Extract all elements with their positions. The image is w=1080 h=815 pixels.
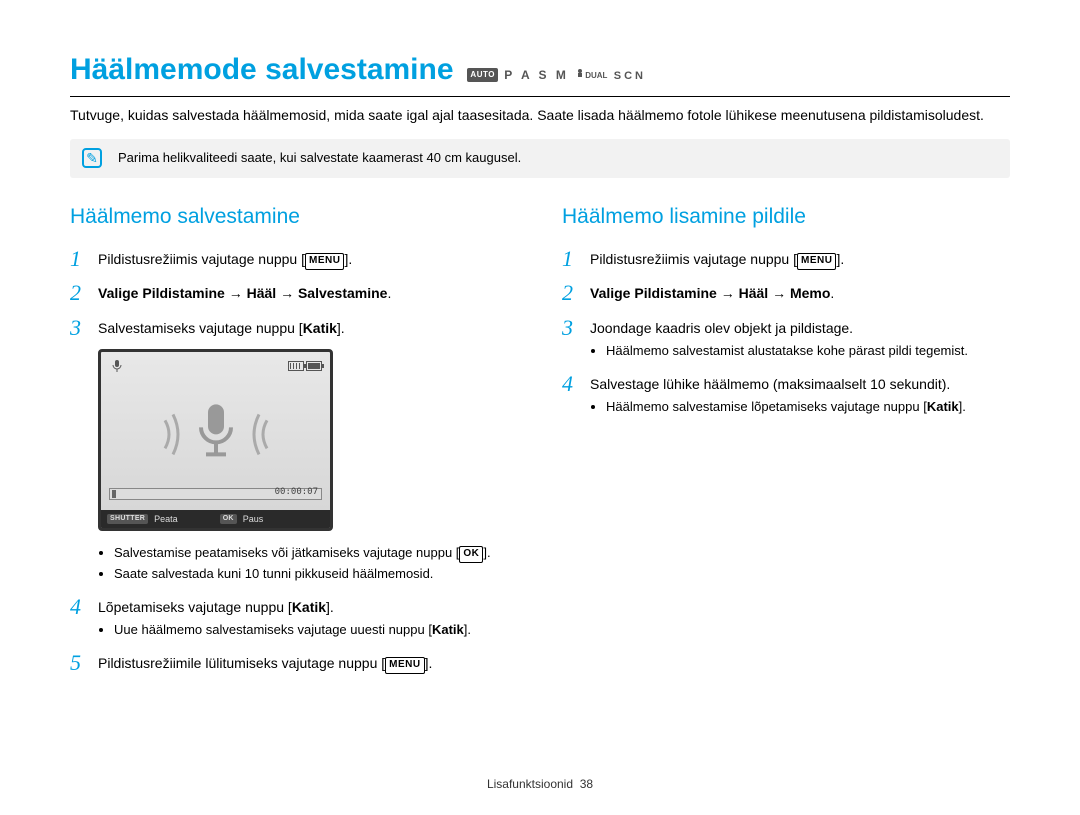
menu-button-icon: MENU (797, 253, 836, 270)
ok-button-icon: OK (459, 546, 483, 563)
menu-button-icon: MENU (305, 253, 344, 270)
step-number: 4 (70, 594, 98, 642)
step-number: 4 (562, 371, 590, 419)
step-number: 2 (70, 280, 98, 306)
step-text: Lõpetamiseks vajutage nuppu [Katik]. Uue… (98, 594, 471, 642)
battery-icon (306, 361, 322, 371)
mic-large-icon (143, 400, 289, 470)
tip-text: Parima helikvaliteedi saate, kui salvest… (118, 150, 521, 165)
shutter-label-icon: SHUTTER (107, 514, 148, 524)
step-number: 1 (70, 246, 98, 272)
camera-preview-illustration: 00:00:07 SHUTTER Peata OK Paus (98, 349, 333, 531)
stop-text: Peata (154, 513, 178, 526)
footer-section: Lisafunktsioonid (487, 777, 573, 791)
left-step-4: 4 Lõpetamiseks vajutage nuppu [Katik]. U… (70, 594, 518, 642)
step-text: Salvestamiseks vajutage nuppu [Katik]. (98, 315, 345, 341)
step-text: Valige Pildistamine → Hääl → Memo. (590, 280, 834, 306)
mic-small-icon (109, 358, 125, 374)
camera-bottom-bar: SHUTTER Peata OK Paus (101, 510, 330, 528)
step-text: Joondage kaadris olev objekt ja pildista… (590, 315, 968, 363)
note-icon: ✎ (82, 148, 102, 168)
left-step-5: 5 Pildistusrežiimile lülitumiseks vajuta… (70, 650, 518, 676)
step-number: 5 (70, 650, 98, 676)
tip-box: ✎ Parima helikvaliteedi saate, kui salve… (70, 139, 1010, 178)
left-heading: Häälmemo salvestamine (70, 202, 518, 232)
recording-time: 00:00:07 (275, 486, 318, 499)
mode-letters: P A S M (504, 68, 569, 82)
bullet: Uue häälmemo salvestamiseks vajutage uue… (114, 621, 471, 640)
bullet: Saate salvestada kuni 10 tunni pikkuseid… (114, 565, 491, 584)
step-number: 1 (562, 246, 590, 272)
right-step-4: 4 Salvestage lühike häälmemo (maksimaals… (562, 371, 1010, 419)
step-text: Pildistusrežiimile lülitumiseks vajutage… (98, 650, 432, 676)
right-column: Häälmemo lisamine pildile 1 Pildistusrež… (562, 202, 1010, 685)
right-step-3: 3 Joondage kaadris olev objekt ja pildis… (562, 315, 1010, 363)
left-step-2: 2 Valige Pildistamine → Hääl → Salvestam… (70, 280, 518, 306)
mode-strip: AUTO P A S M DUAL SCN (467, 67, 646, 85)
step-number: 3 (70, 315, 98, 341)
mode-auto-icon: AUTO (467, 68, 498, 82)
page-header: Häälmemode salvestamine AUTO P A S M DUA… (70, 48, 1010, 92)
left-step-3-bullets: Salvestamise peatamiseks või jätkamiseks… (70, 537, 518, 586)
page-footer: Lisafunktsioonid 38 (0, 776, 1080, 793)
pause-text: Paus (243, 513, 264, 526)
title-divider (70, 96, 1010, 97)
left-column: Häälmemo salvestamine 1 Pildistusrežiimi… (70, 202, 518, 685)
bullet: Häälmemo salvestamist alustatakse kohe p… (606, 342, 968, 361)
step-text: Pildistusrežiimis vajutage nuppu [MENU]. (98, 246, 352, 272)
right-step-2: 2 Valige Pildistamine → Hääl → Memo. (562, 280, 1010, 306)
left-step-3: 3 Salvestamiseks vajutage nuppu [Katik]. (70, 315, 518, 341)
footer-page-number: 38 (580, 777, 593, 791)
step-text: Valige Pildistamine → Hääl → Salvestamin… (98, 280, 391, 306)
page-title: Häälmemode salvestamine (70, 48, 454, 92)
bullet: Salvestamise peatamiseks või jätkamiseks… (114, 544, 491, 563)
right-step-1: 1 Pildistusrežiimis vajutage nuppu [MENU… (562, 246, 1010, 272)
bullet: Häälmemo salvestamise lõpetamiseks vajut… (606, 398, 966, 417)
intro-text: Tutvuge, kuidas salvestada häälmemosid, … (70, 105, 1010, 125)
mode-scn: SCN (614, 70, 646, 82)
menu-button-icon: MENU (385, 657, 424, 674)
battery-icons (288, 361, 322, 371)
left-step-1: 1 Pildistusrežiimis vajutage nuppu [MENU… (70, 246, 518, 272)
mode-dual-icon: DUAL (575, 68, 614, 82)
right-heading: Häälmemo lisamine pildile (562, 202, 1010, 232)
step-number: 3 (562, 315, 590, 363)
step-text: Pildistusrežiimis vajutage nuppu [MENU]. (590, 246, 844, 272)
step-number: 2 (562, 280, 590, 306)
step-text: Salvestage lühike häälmemo (maksimaalsel… (590, 371, 966, 419)
sd-card-icon (288, 361, 304, 371)
ok-label-icon: OK (220, 514, 237, 524)
